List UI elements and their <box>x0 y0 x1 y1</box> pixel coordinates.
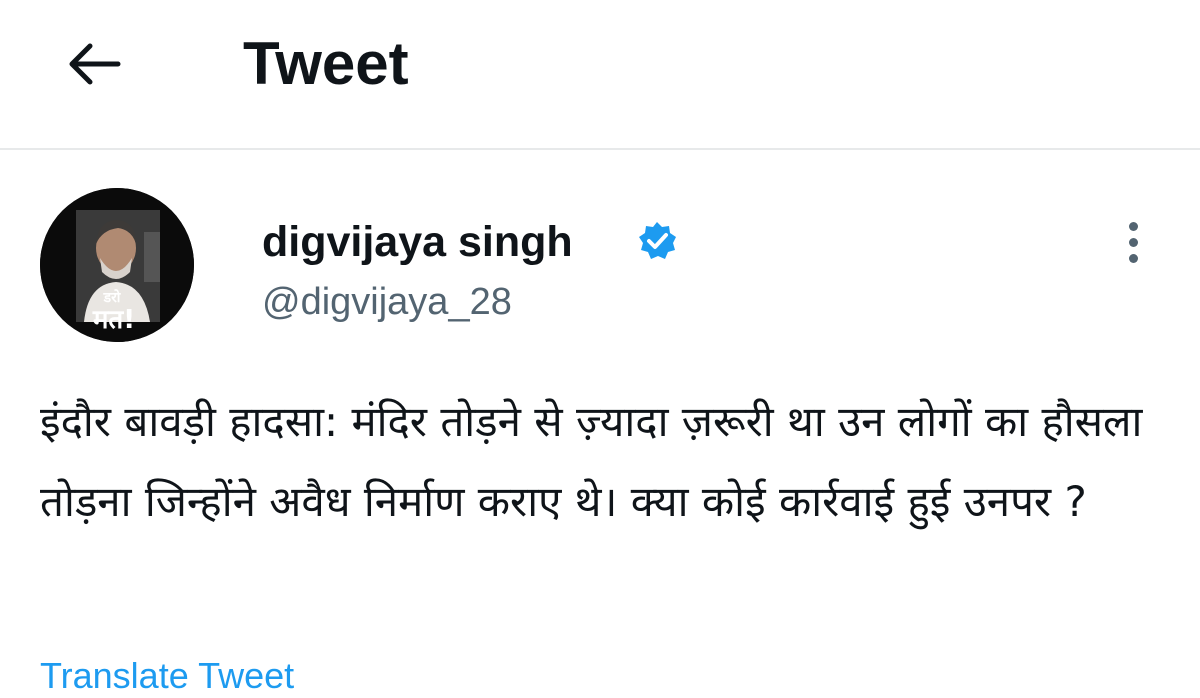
avatar[interactable]: डरो मत! <box>40 188 194 342</box>
page-title: Tweet <box>243 30 409 97</box>
arrow-left-icon <box>69 43 121 85</box>
back-button[interactable] <box>58 28 130 100</box>
verified-badge-icon <box>639 222 676 259</box>
more-options-button[interactable] <box>1110 214 1156 270</box>
author-display-name[interactable]: digvijaya singh <box>262 214 573 270</box>
more-vertical-icon <box>1128 221 1138 231</box>
top-bar: Tweet <box>0 0 1200 150</box>
tweet-text: इंदौर बावड़ी हादसा: मंदिर तोड़ने से ज़्य… <box>40 397 1143 526</box>
author-handle[interactable]: @digvijaya_28 <box>262 274 512 330</box>
avatar-overlay-large: मत! <box>92 305 135 335</box>
translate-tweet-link[interactable]: Translate Tweet <box>40 654 294 698</box>
avatar-overlay-small: डरो <box>103 289 122 306</box>
